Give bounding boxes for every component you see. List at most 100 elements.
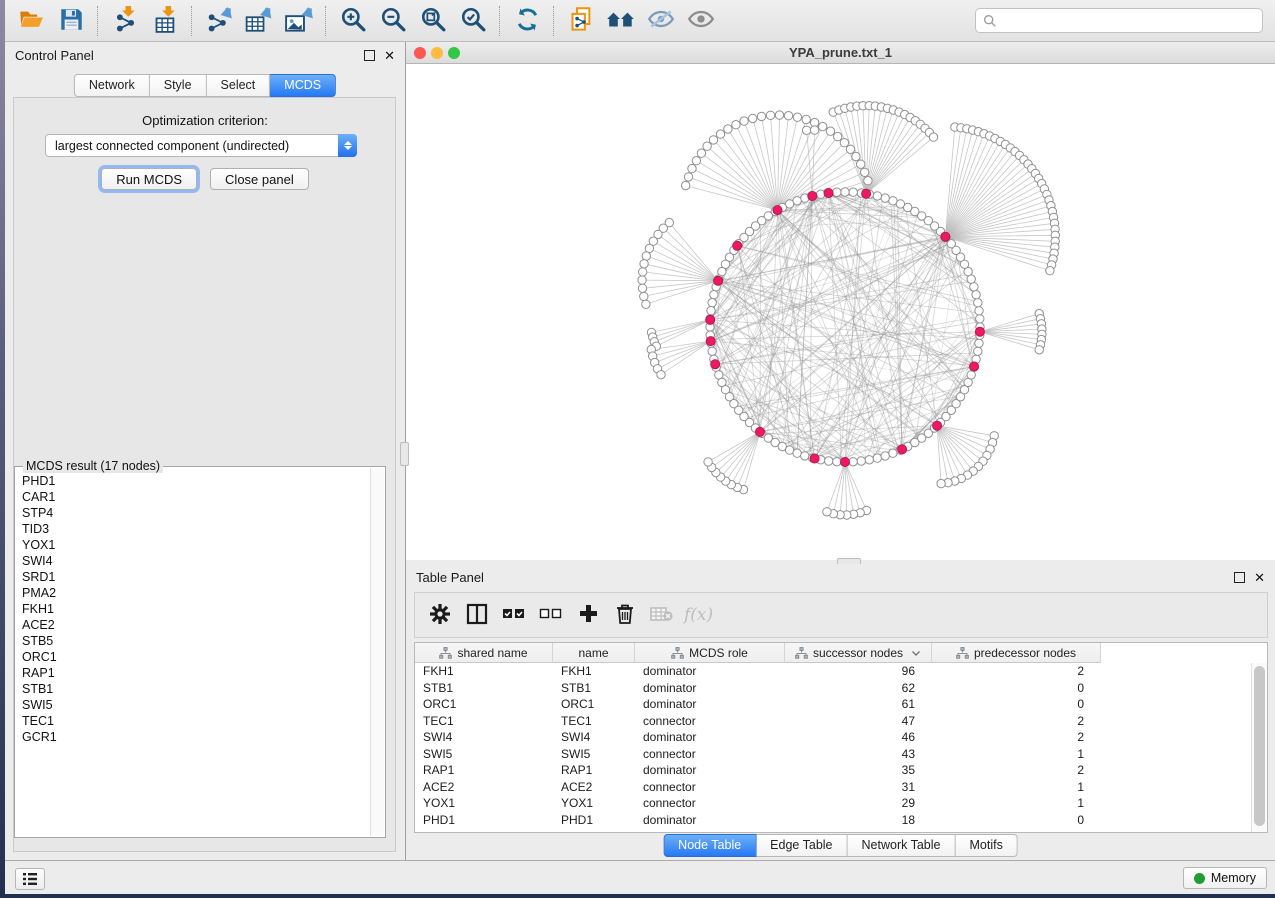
export-table-button[interactable]: [239, 3, 279, 39]
zoom-fit-content-button[interactable]: [413, 3, 453, 39]
right-pane: YPA_prune.txt_1 Table Panel ✕ f(x) share…: [406, 42, 1275, 860]
tab-network[interactable]: Network: [74, 74, 150, 97]
cell-mcds_role: dominator: [635, 681, 785, 695]
mcds-result-item[interactable]: YOX1: [16, 537, 371, 553]
column-header-predecessor-nodes[interactable]: predecessor nodes: [932, 643, 1101, 663]
column-header-MCDS-role[interactable]: MCDS role: [635, 643, 785, 663]
network-canvas[interactable]: [406, 64, 1275, 560]
mcds-result-item[interactable]: CAR1: [16, 489, 371, 505]
table-row-ORC1[interactable]: ORC1ORC1dominator610: [415, 696, 1252, 713]
table-row-TEC1[interactable]: TEC1TEC1connector472: [415, 713, 1252, 730]
search-box[interactable]: [975, 8, 1263, 33]
show-all-button[interactable]: [681, 3, 721, 39]
mcds-result-item[interactable]: SRD1: [16, 569, 371, 585]
control-panel-title: Control Panel: [15, 48, 94, 63]
open-file-button[interactable]: [11, 3, 51, 39]
mcds-result-item[interactable]: TEC1: [16, 713, 371, 729]
export-image-button[interactable]: [279, 3, 319, 39]
search-icon: [983, 14, 997, 28]
status-bar: Memory: [5, 860, 1275, 894]
criterion-dropdown[interactable]: largest connected component (undirected): [45, 134, 357, 157]
mcds-result-item[interactable]: STB5: [16, 633, 371, 649]
task-history-button[interactable]: [15, 868, 45, 890]
mcds-result-item[interactable]: ORC1: [16, 649, 371, 665]
table-scrollbar[interactable]: [1251, 663, 1267, 832]
mcds-result-item[interactable]: FKH1: [16, 601, 371, 617]
deselect-all-rows-button[interactable]: [536, 599, 566, 631]
column-type-icon: [956, 647, 969, 659]
float-table-panel-icon[interactable]: [1234, 572, 1245, 583]
mcds-result-list[interactable]: PHD1CAR1STP4TID3YOX1SWI4SRD1PMA2FKH1ACE2…: [16, 473, 371, 836]
cell-shared_name: YOX1: [415, 796, 553, 810]
hide-selected-button[interactable]: [641, 3, 681, 39]
import-network-from-file-button[interactable]: [105, 3, 145, 39]
zoom-in-button[interactable]: [333, 3, 373, 39]
select-all-icon: [502, 605, 526, 626]
table-row-ACE2[interactable]: ACE2ACE2connector311: [415, 779, 1252, 796]
save-icon: [59, 7, 84, 35]
table-row-STB1[interactable]: STB1STB1dominator620: [415, 680, 1252, 697]
float-panel-icon[interactable]: [364, 50, 375, 61]
create-new-column-button[interactable]: [573, 599, 603, 631]
svg-text:f(x): f(x): [682, 605, 713, 625]
cell-name: PHD1: [553, 813, 635, 827]
delete-columns-button[interactable]: [610, 599, 640, 631]
column-header-label: successor nodes: [813, 646, 903, 660]
table-row-SWI5[interactable]: SWI5SWI5connector431: [415, 746, 1252, 763]
mcds-result-item[interactable]: SWI4: [16, 553, 371, 569]
tab-style[interactable]: Style: [150, 74, 207, 97]
mcds-result-item[interactable]: PMA2: [16, 585, 371, 601]
zoom-selected-button[interactable]: [453, 3, 493, 39]
mcds-result-item[interactable]: STP4: [16, 505, 371, 521]
select-first-neighbors-button[interactable]: [601, 3, 641, 39]
cell-mcds_role: connector: [635, 796, 785, 810]
table-scrollbar-thumb[interactable]: [1254, 666, 1265, 826]
mcds-result-item[interactable]: PHD1: [16, 473, 371, 489]
network-window-titlebar[interactable]: YPA_prune.txt_1: [406, 42, 1275, 64]
clone-network-icon: [568, 6, 595, 36]
mcds-result-item[interactable]: STB1: [16, 681, 371, 697]
import-table-from-file-button[interactable]: [145, 3, 185, 39]
mcds-result-item[interactable]: SWI5: [16, 697, 371, 713]
tab-motifs[interactable]: Motifs: [955, 834, 1017, 857]
mcds-list-scrollbar[interactable]: [370, 468, 384, 836]
close-panel-icon[interactable]: ✕: [384, 51, 395, 60]
column-header-successor-nodes[interactable]: successor nodes: [785, 643, 932, 663]
cell-successor_nodes: 31: [785, 780, 932, 794]
memory-button[interactable]: Memory: [1183, 867, 1267, 889]
cell-predecessor_nodes: 1: [932, 780, 1101, 794]
close-panel-button[interactable]: Close panel: [210, 168, 309, 190]
run-mcds-button[interactable]: Run MCDS: [101, 168, 197, 190]
column-header-name[interactable]: name: [553, 643, 635, 663]
table-row-PHD1[interactable]: PHD1PHD1dominator180: [415, 812, 1252, 829]
mcds-result-item[interactable]: TID3: [16, 521, 371, 537]
mcds-result-item[interactable]: GCR1: [16, 729, 371, 745]
vertical-splitter-grabber[interactable]: [400, 442, 409, 466]
table-row-RAP1[interactable]: RAP1RAP1dominator352: [415, 762, 1252, 779]
tab-node-table[interactable]: Node Table: [663, 834, 756, 857]
column-header-shared-name[interactable]: shared name: [415, 643, 553, 663]
tab-network-table[interactable]: Network Table: [848, 834, 956, 857]
table-row-SWI4[interactable]: SWI4SWI4dominator462: [415, 729, 1252, 746]
column-settings-button[interactable]: [425, 599, 455, 631]
search-input[interactable]: [1002, 13, 1262, 29]
toggle-table-view-button[interactable]: [462, 599, 492, 631]
control-panel-header: Control Panel ✕: [5, 42, 405, 68]
select-all-rows-button[interactable]: [499, 599, 529, 631]
refresh-view-button[interactable]: [507, 3, 547, 39]
clone-network-button[interactable]: [561, 3, 601, 39]
table-row-FKH1[interactable]: FKH1FKH1dominator962: [415, 663, 1252, 680]
cell-mcds_role: dominator: [635, 697, 785, 711]
tab-edge-table[interactable]: Edge Table: [756, 834, 847, 857]
mcds-result-item[interactable]: RAP1: [16, 665, 371, 681]
zoom-out-button[interactable]: [373, 3, 413, 39]
close-table-panel-icon[interactable]: ✕: [1254, 573, 1265, 582]
tab-mcds[interactable]: MCDS: [270, 74, 336, 97]
list-icon: [22, 872, 38, 886]
table-row-YOX1[interactable]: YOX1YOX1connector291: [415, 795, 1252, 812]
export-network-button[interactable]: [199, 3, 239, 39]
save-session-button[interactable]: [51, 3, 91, 39]
toolbar-separator: [191, 6, 193, 36]
mcds-result-item[interactable]: ACE2: [16, 617, 371, 633]
tab-select[interactable]: Select: [207, 74, 271, 97]
